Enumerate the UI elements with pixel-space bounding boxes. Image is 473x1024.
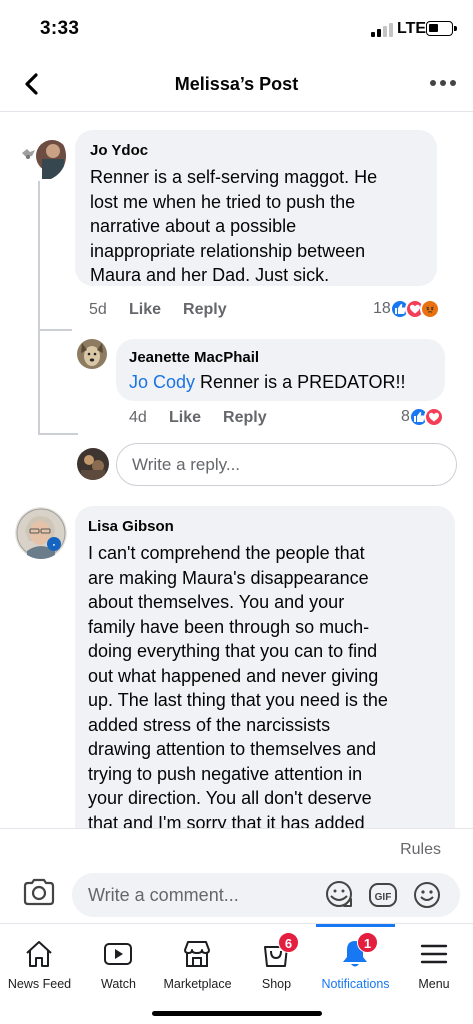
comment-text-line: narrative about a possible (90, 216, 297, 236)
avatar-sticker-icon[interactable] (324, 879, 356, 911)
video-icon (104, 943, 132, 965)
more-options-icon[interactable] (430, 72, 456, 94)
comment-text-line: about themselves. You and your (88, 592, 345, 612)
tab-shop[interactable]: 6 Shop (237, 924, 316, 1004)
tab-menu[interactable]: Menu (395, 924, 473, 1004)
post-header: Melissa’s Post (0, 56, 473, 112)
reply-bubble[interactable]: Jeanette MacPhail Jo Cody Renner is a PR… (116, 339, 445, 401)
avatar (77, 448, 109, 480)
tab-watch[interactable]: Watch (79, 924, 158, 1004)
comment-author[interactable]: Lisa Gibson (88, 518, 174, 535)
menu-icon (420, 944, 448, 964)
thread-line (38, 329, 72, 331)
network-type: LTE (397, 20, 427, 37)
reaction-summary[interactable]: 8 (401, 407, 444, 427)
reply-text-body: Renner is a PREDATOR!! (195, 372, 406, 392)
comment-text-line: are making Maura's disappearance (88, 567, 369, 588)
comment-bubble[interactable]: Lisa Gibson I can't comprehend the peopl… (75, 506, 455, 828)
tab-label: Shop (261, 977, 292, 991)
battery-icon (426, 21, 457, 36)
comment-composer: Rules Write a comment... GIF (0, 828, 473, 923)
comment-text-line: family have been through so much- (88, 616, 370, 637)
comment-text-line: doing everything that you can to find (88, 641, 378, 661)
like-button[interactable]: Like (169, 409, 201, 427)
comment-text-line: trying to push negative attention in (88, 763, 363, 784)
tab-marketplace[interactable]: Marketplace (158, 924, 237, 1004)
reply-actions: 4d Like Reply (129, 409, 267, 427)
reply-placeholder: Write a reply... (132, 455, 241, 474)
page-title: Melissa’s Post (174, 74, 299, 94)
back-arrow-icon[interactable] (22, 70, 42, 98)
signal-icon (371, 23, 393, 37)
tab-label: Menu (418, 977, 450, 991)
love-icon (423, 407, 444, 427)
reply-input[interactable]: Write a reply... (116, 443, 457, 486)
reply-text: Jo Cody Renner is a PREDATOR!! (129, 370, 405, 395)
comment-text-line: added stress of the narcissists (88, 714, 331, 735)
tab-label: Notifications (321, 977, 390, 991)
comments-list[interactable]: Jo Ydoc Renner is a self-serving maggot.… (0, 113, 473, 828)
comment-text-line: inappropriate relationship between (90, 240, 366, 261)
tab-notifications[interactable]: 1 Notifications (316, 924, 395, 1004)
mention-link[interactable]: Jo Cody (129, 372, 195, 392)
comment-text-line: out what happened and never giving (88, 665, 379, 686)
store-icon (184, 941, 210, 967)
avatar[interactable]: ● (15, 507, 67, 559)
comment-text-line: your direction. You all don't deserve (88, 788, 372, 808)
comment-text-line: that and I'm sorry that it has added (88, 812, 365, 829)
tab-label: News Feed (7, 977, 72, 991)
comment-timestamp: 5d (89, 301, 107, 318)
tab-news-feed[interactable]: News Feed (0, 924, 79, 1004)
shop-badge: 6 (278, 932, 299, 953)
status-bar: 3:33 LTE (0, 0, 473, 56)
emoji-icon[interactable] (411, 879, 443, 911)
reply-button[interactable]: Reply (183, 301, 227, 319)
like-button[interactable]: Like (129, 301, 161, 319)
comment-text-line: up. The last thing that you need is the (88, 690, 388, 710)
thread-line (38, 175, 40, 435)
comment-input[interactable]: Write a comment... GIF (72, 873, 460, 917)
notifications-badge: 1 (357, 932, 378, 953)
comment-text-line: drawing attention to themselves and (88, 739, 377, 759)
thread-line (38, 433, 78, 435)
tab-label: Marketplace (163, 977, 232, 991)
home-icon (26, 941, 52, 967)
comment-bubble[interactable]: Jo Ydoc Renner is a self-serving maggot.… (75, 130, 437, 286)
svg-text:GIF: GIF (375, 892, 392, 903)
avatar[interactable] (77, 339, 107, 369)
comment-text-line: I can't comprehend the people that (88, 543, 365, 563)
gif-icon[interactable]: GIF (367, 879, 399, 911)
comment-text-line: Maura and her Dad. Just sick. (90, 265, 330, 285)
avatar[interactable] (16, 131, 66, 181)
comment-text-line: Renner is a self-serving maggot. He (90, 167, 378, 187)
comment-placeholder: Write a comment... (88, 885, 239, 905)
reply-author[interactable]: Jeanette MacPhail (129, 349, 259, 366)
camera-icon[interactable] (22, 877, 56, 907)
bottom-tab-bar: News Feed Watch Marketplace 6 Shop 1 Not… (0, 923, 473, 1024)
comment-text-line: lost me when he tried to push the (90, 191, 356, 212)
active-tab-indicator (316, 924, 395, 927)
comment-author[interactable]: Jo Ydoc (90, 142, 148, 159)
reaction-count: 18 (373, 300, 391, 317)
comment-actions: 5d Like Reply (89, 301, 227, 319)
reply-timestamp: 4d (129, 409, 147, 426)
comment-text: Renner is a self-serving maggot. He lost… (90, 165, 377, 288)
reply-button[interactable]: Reply (223, 409, 267, 427)
tab-label: Watch (101, 977, 136, 991)
reaction-summary[interactable]: 18 (373, 299, 440, 319)
home-indicator (152, 1011, 322, 1016)
rules-link[interactable]: Rules (400, 841, 441, 859)
angry-icon (419, 299, 440, 319)
comment-text: I can't comprehend the people that are m… (88, 541, 388, 828)
status-time: 3:33 (40, 18, 80, 39)
